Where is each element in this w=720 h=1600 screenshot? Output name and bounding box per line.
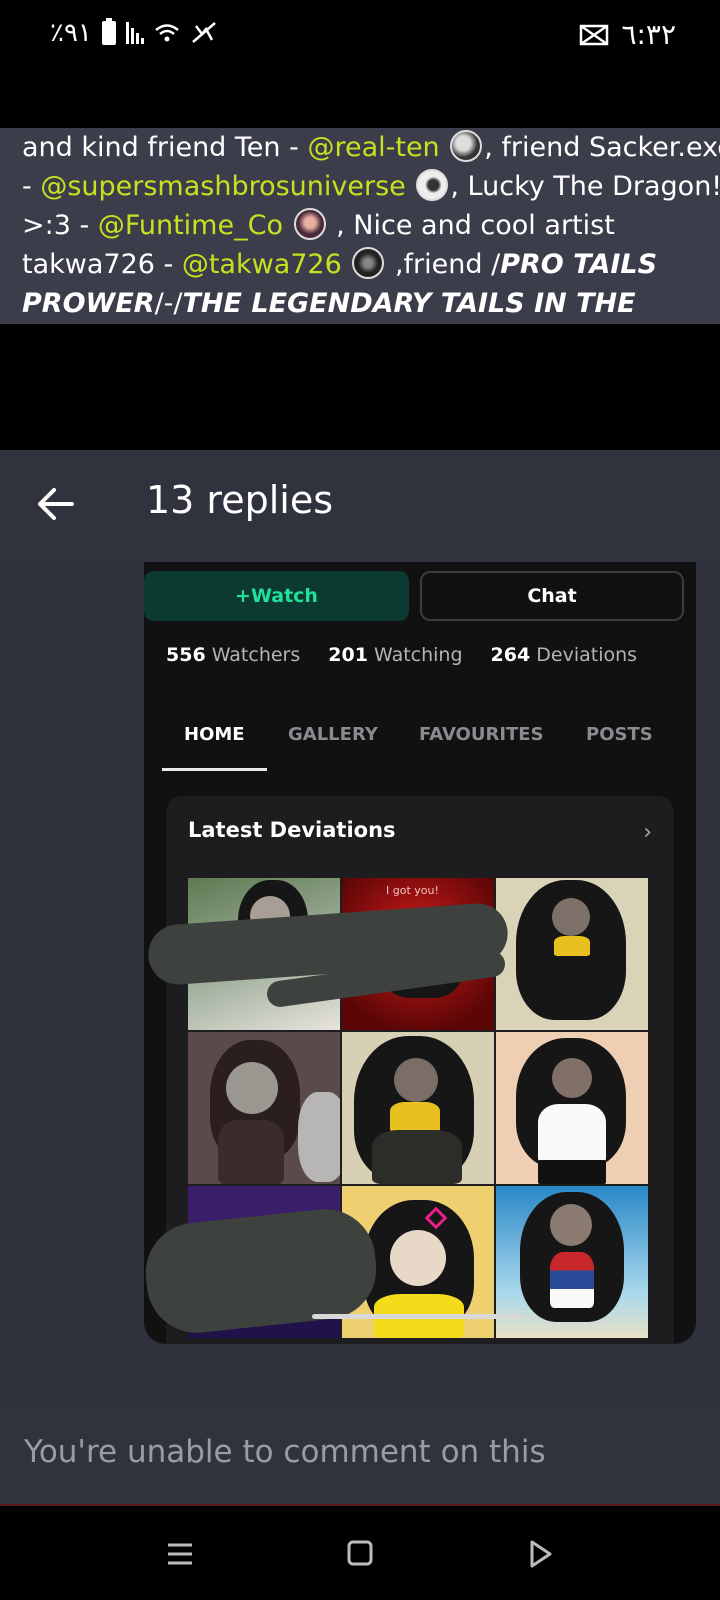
post-text-bold: PROWER [22,288,155,319]
tab-underline [162,768,267,771]
post-text: , Nice and cool artist [327,210,615,241]
menu-icon[interactable] [162,1538,198,1570]
latest-deviations-panel: Latest Deviations › I got you! [144,796,674,1344]
tab-favourites: FAVOURITES [419,724,544,745]
chevron-right-icon: › [643,820,652,845]
gesture-bar [312,1314,522,1319]
user-avatar [450,130,483,162]
stat-label: Watching [374,644,463,666]
post-line: takwa726 - @takwa726 ,friend /PRO TAILS [22,245,698,284]
capcut-icon [580,24,609,45]
post-line: - @supersmashbrosuniverse , Lucky The Dr… [22,167,720,206]
battery-icon [101,18,116,45]
post-text: , Lucky The Dragon! [450,171,720,202]
thumbnail [342,1032,494,1184]
status-bar: ٪٩١ ٦:٣٢ [0,0,720,64]
post-text: takwa726 - [22,249,182,280]
attached-screenshot[interactable]: +Watch Chat 556 Watchers 201 Watching 26… [144,562,696,1344]
comment-disabled-text: You're unable to comment on this [24,1434,546,1470]
status-left: ٪٩١ [50,18,218,48]
profile-tabs: HOME GALLERY FAVOURITES POSTS [162,712,692,772]
post-text-bold: THE LEGENDARY TAILS IN THE [182,288,636,319]
profile-stats: 556 Watchers 201 Watching 264 Deviations [166,644,637,666]
watch-button: +Watch [144,571,409,621]
thumbnail [496,878,648,1030]
tab-gallery: GALLERY [288,724,378,745]
user-avatar [352,247,385,279]
battery-percent: ٪٩١ [50,18,92,48]
user-avatar [416,169,449,201]
back-triangle-icon[interactable] [522,1538,558,1570]
stat-label: Deviations [536,644,638,666]
post-line: and kind friend Ten - @real-ten , friend… [22,128,720,167]
latest-deviations-title: Latest Deviations [188,818,396,842]
stat-count: 201 [328,644,368,666]
thumbnail-caption: I got you! [386,884,439,897]
mention-link[interactable]: @takwa726 [182,249,342,280]
post-text: , friend Sacker.exe [484,132,720,163]
stat-deviations: 264 Deviations [491,644,638,666]
post-text-bold: PRO TAILS [500,249,658,280]
stat-label: Watchers [211,644,301,666]
comment-bar: You're unable to comment on this [0,1402,720,1506]
signal-icon [125,22,144,44]
back-arrow-icon[interactable] [36,484,76,524]
post-text: ,friend / [386,249,501,280]
tab-posts: POSTS [586,724,653,745]
post-text: >:3 - [22,210,98,241]
post-text: - [22,171,41,202]
status-right: ٦:٣٢ [579,18,676,51]
page-title: 13 replies [146,478,334,522]
stat-watching: 201 Watching [328,644,462,666]
post-excerpt: and kind friend Ten - @real-ten , friend… [0,128,720,324]
navigation-bar [0,1508,720,1600]
post-text: and kind friend Ten - [22,132,308,163]
spacer [0,324,720,450]
user-avatar [293,208,326,240]
home-square-icon[interactable] [342,1538,378,1570]
chat-button: Chat [420,571,684,621]
stat-watchers: 556 Watchers [166,644,300,666]
thumbnail [188,1032,340,1184]
thumbnail [496,1032,648,1184]
mention-link[interactable]: @real-ten [307,132,439,163]
stat-count: 264 [490,644,531,666]
tab-home: HOME [184,724,245,745]
replies-header: 13 replies [0,450,720,562]
data-off-icon [192,22,216,43]
clock: ٦:٣٢ [621,18,676,51]
post-line: >:3 - @Funtime_Co , Nice and cool artist [22,206,698,245]
mention-link[interactable]: @supersmashbrosuniverse [40,171,405,202]
post-text: /-/ [154,288,183,319]
post-line: PROWER/-/THE LEGENDARY TAILS IN THE [22,284,698,323]
wifi-icon [155,24,179,42]
mention-link[interactable]: @Funtime_Co [98,210,283,241]
stat-count: 556 [166,644,206,666]
